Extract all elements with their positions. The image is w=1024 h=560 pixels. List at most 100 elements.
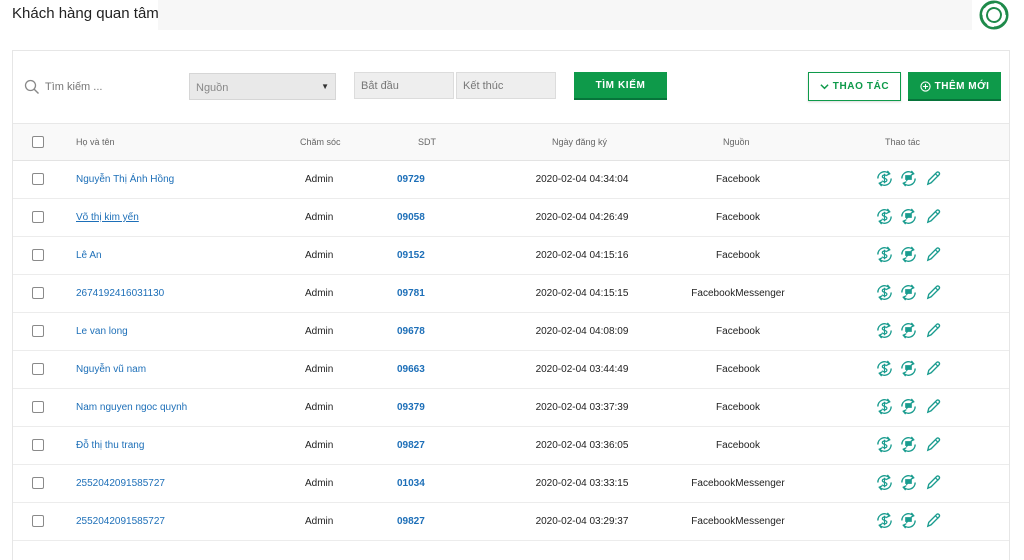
- search-button[interactable]: TÌM KIẾM: [574, 72, 667, 100]
- care-person: Admin: [305, 250, 334, 261]
- add-new-button[interactable]: THÊM MỚI: [908, 72, 1001, 101]
- row-checkbox[interactable]: [32, 211, 44, 223]
- row-actions: [875, 283, 944, 303]
- lead-source: FacebookMessenger: [691, 478, 785, 489]
- chat-refresh-icon[interactable]: [899, 359, 918, 378]
- chat-refresh-icon[interactable]: [899, 511, 918, 530]
- customer-name-link[interactable]: Nguyễn vũ nam: [76, 364, 146, 375]
- row-checkbox[interactable]: [32, 477, 44, 489]
- customer-name-link[interactable]: 2552042091585727: [76, 516, 165, 527]
- row-checkbox[interactable]: [32, 173, 44, 185]
- search-input[interactable]: [45, 77, 175, 97]
- chat-refresh-icon[interactable]: [899, 169, 918, 188]
- phone-link[interactable]: 09379: [397, 402, 455, 413]
- dollar-refresh-icon[interactable]: [875, 207, 894, 226]
- care-person: Admin: [305, 440, 334, 451]
- pencil-icon[interactable]: [924, 511, 943, 530]
- dollar-refresh-icon[interactable]: [875, 473, 894, 492]
- chat-refresh-icon[interactable]: [899, 473, 918, 492]
- lead-source: Facebook: [716, 440, 760, 451]
- phone-link[interactable]: 09827: [397, 440, 455, 451]
- row-checkbox[interactable]: [32, 439, 44, 451]
- phone-link[interactable]: 09678: [397, 326, 455, 337]
- registration-date: 2020-02-04 03:44:49: [535, 364, 629, 375]
- dollar-refresh-icon[interactable]: [875, 511, 894, 530]
- pencil-icon[interactable]: [924, 321, 943, 340]
- search-icon: [24, 79, 40, 95]
- dollar-refresh-icon[interactable]: [875, 397, 894, 416]
- column-phone: SDT: [418, 137, 436, 147]
- chat-refresh-icon[interactable]: [899, 321, 918, 340]
- chat-refresh-icon[interactable]: [899, 397, 918, 416]
- lifebuoy-icon[interactable]: [978, 0, 1010, 30]
- customer-name-link[interactable]: Võ thị kim yến: [76, 212, 139, 223]
- pencil-icon[interactable]: [924, 169, 943, 188]
- dollar-refresh-icon[interactable]: [875, 169, 894, 188]
- care-person: Admin: [305, 364, 334, 375]
- registration-date: 2020-02-04 03:29:37: [535, 516, 629, 527]
- row-actions: [875, 321, 944, 341]
- chat-refresh-icon[interactable]: [899, 435, 918, 454]
- chat-refresh-icon[interactable]: [899, 245, 918, 264]
- care-person: Admin: [305, 402, 334, 413]
- select-all-checkbox[interactable]: [32, 136, 44, 148]
- dollar-refresh-icon[interactable]: [875, 283, 894, 302]
- dollar-refresh-icon[interactable]: [875, 245, 894, 264]
- pencil-icon[interactable]: [924, 245, 943, 264]
- dollar-refresh-icon[interactable]: [875, 435, 894, 454]
- row-checkbox[interactable]: [32, 401, 44, 413]
- row-actions: [875, 245, 944, 265]
- customer-name-link[interactable]: 2674192416031130: [76, 288, 164, 299]
- end-date-input[interactable]: [456, 72, 556, 99]
- column-actions: Thao tác: [885, 137, 921, 147]
- lead-source: Facebook: [716, 250, 760, 261]
- customer-name-link[interactable]: Le van long: [76, 326, 128, 337]
- table-row: Võ thị kim yến Admin 09058 2020-02-04 04…: [13, 199, 1009, 237]
- top-bar: Khách hàng quan tâm: [0, 0, 1024, 30]
- pencil-icon[interactable]: [924, 435, 943, 454]
- registration-date: 2020-02-04 04:08:09: [535, 326, 629, 337]
- table-row: 2552042091585727 Admin 01034 2020-02-04 …: [13, 465, 1009, 503]
- pencil-icon[interactable]: [924, 397, 943, 416]
- dollar-refresh-icon[interactable]: [875, 359, 894, 378]
- row-actions: [875, 169, 944, 189]
- row-checkbox[interactable]: [32, 363, 44, 375]
- source-select[interactable]: Nguồn ▼: [189, 73, 336, 100]
- customer-name-link[interactable]: Lê An: [76, 250, 102, 261]
- phone-link[interactable]: 09729: [397, 174, 455, 185]
- row-checkbox[interactable]: [32, 287, 44, 299]
- row-checkbox[interactable]: [32, 249, 44, 261]
- lead-source: Facebook: [716, 364, 760, 375]
- column-date: Ngày đăng ký: [552, 137, 608, 147]
- actions-button[interactable]: THAO TÁC: [808, 72, 901, 101]
- pencil-icon[interactable]: [924, 207, 943, 226]
- customer-name-link[interactable]: 2552042091585727: [76, 478, 165, 489]
- phone-link[interactable]: 09152: [397, 250, 455, 261]
- phone-link[interactable]: 09781: [397, 288, 455, 299]
- pencil-icon[interactable]: [924, 359, 943, 378]
- table-header: Họ và tên Chăm sóc SDT Ngày đăng ký Nguồ…: [13, 123, 1009, 161]
- table-row: Nguyễn Thị Ánh Hồng Admin 09729 2020-02-…: [13, 161, 1009, 199]
- start-date-input[interactable]: [354, 72, 454, 99]
- registration-date: 2020-02-04 04:34:04: [535, 174, 629, 185]
- customer-name-link[interactable]: Đỗ thị thu trang: [76, 440, 144, 451]
- care-person: Admin: [305, 212, 334, 223]
- phone-link[interactable]: 01034: [397, 478, 455, 489]
- dollar-refresh-icon[interactable]: [875, 321, 894, 340]
- phone-link[interactable]: 09827: [397, 516, 455, 527]
- customer-name-link[interactable]: Nguyễn Thị Ánh Hồng: [76, 174, 174, 185]
- chat-refresh-icon[interactable]: [899, 207, 918, 226]
- row-checkbox[interactable]: [32, 515, 44, 527]
- row-checkbox[interactable]: [32, 325, 44, 337]
- column-care: Chăm sóc: [300, 137, 341, 147]
- care-person: Admin: [305, 478, 334, 489]
- actions-button-label: THAO TÁC: [832, 81, 890, 92]
- phone-link[interactable]: 09663: [397, 364, 455, 375]
- chat-refresh-icon[interactable]: [899, 283, 918, 302]
- phone-link[interactable]: 09058: [397, 212, 455, 223]
- customer-name-link[interactable]: Nam nguyen ngoc quynh: [76, 402, 187, 413]
- care-person: Admin: [305, 288, 334, 299]
- row-actions: [875, 397, 944, 417]
- pencil-icon[interactable]: [924, 473, 943, 492]
- pencil-icon[interactable]: [924, 283, 943, 302]
